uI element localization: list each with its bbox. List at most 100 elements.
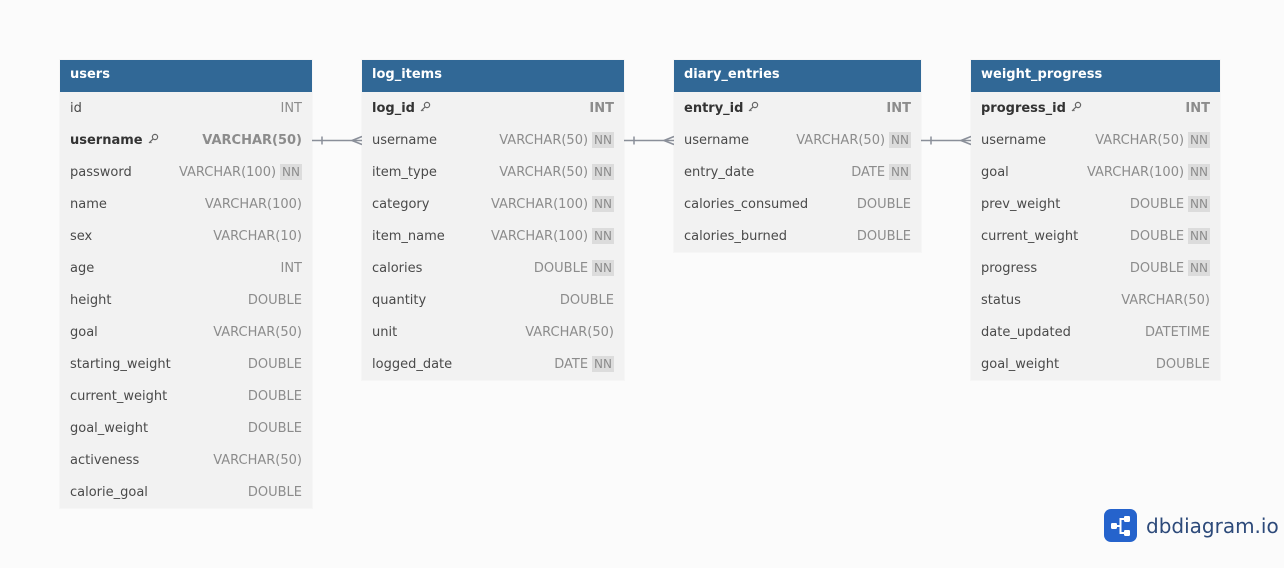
table-users[interactable]: users id INT username VARCHAR(50) password VAR… xyxy=(60,60,312,508)
field-name: id xyxy=(70,100,82,116)
field-row[interactable]: progress DOUBLE NN xyxy=(971,252,1220,284)
field-row[interactable]: log_id INT xyxy=(362,92,624,124)
field-name: calories_burned xyxy=(684,228,788,244)
field-name: name xyxy=(70,196,107,212)
field-name: prev_weight xyxy=(981,196,1061,212)
field-type: VARCHAR(50) xyxy=(499,132,589,148)
field-type: INT xyxy=(280,100,303,116)
field-row[interactable]: quantity DOUBLE xyxy=(362,284,624,316)
field-type: VARCHAR(10) xyxy=(213,228,302,244)
table-weight-progress[interactable]: weight_progress progress_id INT username VAR… xyxy=(971,60,1220,380)
field-row[interactable]: name VARCHAR(100) xyxy=(60,188,312,220)
table-diary-entries[interactable]: diary_entries entry_id INT username VARCHAR(… xyxy=(674,60,921,252)
field-type: DOUBLE xyxy=(856,196,911,212)
field-row[interactable]: item_type VARCHAR(50) NN xyxy=(362,156,624,188)
field-type: DOUBLE xyxy=(1129,196,1185,212)
table-header[interactable]: diary_entries xyxy=(674,60,921,92)
not-null-badge: NN xyxy=(1188,260,1210,276)
field-row[interactable]: sex VARCHAR(10) xyxy=(60,220,312,252)
field-row[interactable]: entry_id INT xyxy=(674,92,921,124)
field-name: calories_consumed xyxy=(684,196,809,212)
not-null-badge: NN xyxy=(592,132,614,148)
field-type: DOUBLE xyxy=(247,420,302,436)
field-row[interactable]: date_updated DATETIME xyxy=(971,316,1220,348)
table-header[interactable]: log_items xyxy=(362,60,624,92)
field-name: category xyxy=(372,196,430,212)
not-null-badge: NN xyxy=(1188,228,1210,244)
field-row[interactable]: goal_weight DOUBLE xyxy=(60,412,312,444)
field-row[interactable]: starting_weight DOUBLE xyxy=(60,348,312,380)
field-row[interactable]: prev_weight DOUBLE NN xyxy=(971,188,1220,220)
field-name: quantity xyxy=(372,292,427,308)
field-type: VARCHAR(50) xyxy=(525,324,614,340)
field-name: current_weight xyxy=(70,388,168,404)
field-row[interactable]: goal_weight DOUBLE xyxy=(971,348,1220,380)
field-type: DOUBLE xyxy=(1129,228,1185,244)
field-row[interactable]: status VARCHAR(50) xyxy=(971,284,1220,316)
field-name: age xyxy=(70,260,95,276)
not-null-badge: NN xyxy=(889,164,911,180)
field-row[interactable]: category VARCHAR(100) NN xyxy=(362,188,624,220)
field-type: INT xyxy=(589,100,614,116)
share-nodes-icon xyxy=(1104,509,1137,542)
field-type: INT xyxy=(1185,100,1210,116)
field-type: VARCHAR(50) xyxy=(213,452,302,468)
field-row[interactable]: item_name VARCHAR(100) NN xyxy=(362,220,624,252)
brand-badge[interactable]: dbdiagram.io xyxy=(1104,509,1279,542)
field-row[interactable]: username VARCHAR(50) NN xyxy=(971,124,1220,156)
field-row[interactable]: id INT xyxy=(60,92,312,124)
field-name: goal xyxy=(70,324,98,340)
field-name: goal_weight xyxy=(70,420,149,436)
field-row[interactable]: unit VARCHAR(50) xyxy=(362,316,624,348)
relationship-line[interactable] xyxy=(312,135,363,146)
field-name: item_name xyxy=(372,228,445,244)
field-row[interactable]: password VARCHAR(100) NN xyxy=(60,156,312,188)
field-name: sex xyxy=(70,228,93,244)
field-row[interactable]: entry_date DATE NN xyxy=(674,156,921,188)
brand-name: dbdiagram.io xyxy=(1146,513,1279,538)
field-row[interactable]: activeness VARCHAR(50) xyxy=(60,444,312,476)
not-null-badge: NN xyxy=(592,228,614,244)
not-null-badge: NN xyxy=(592,196,614,212)
field-name: goal_weight xyxy=(981,356,1060,372)
field-type: DOUBLE xyxy=(247,356,302,372)
field-name: log_id xyxy=(372,100,415,116)
field-row[interactable]: logged_date DATE NN xyxy=(362,348,624,380)
field-row[interactable]: calories_consumed DOUBLE xyxy=(674,188,921,220)
field-name: height xyxy=(70,292,112,308)
field-name: entry_id xyxy=(684,100,744,116)
table-log-items[interactable]: log_items log_id INT username VARCHAR(50) NN i… xyxy=(362,60,624,380)
field-row[interactable]: goal VARCHAR(50) xyxy=(60,316,312,348)
field-type: DOUBLE xyxy=(247,388,302,404)
field-row[interactable]: current_weight DOUBLE xyxy=(60,380,312,412)
field-type: VARCHAR(50) xyxy=(796,132,886,148)
field-name: entry_date xyxy=(684,164,755,180)
table-header[interactable]: users xyxy=(60,60,312,92)
field-name: activeness xyxy=(70,452,140,468)
field-row[interactable]: calories DOUBLE NN xyxy=(362,252,624,284)
field-row[interactable]: age INT xyxy=(60,252,312,284)
field-type: VARCHAR(50) xyxy=(1121,292,1210,308)
field-name: item_type xyxy=(372,164,437,180)
field-type: DATE xyxy=(554,356,589,372)
field-row[interactable]: goal VARCHAR(100) NN xyxy=(971,156,1220,188)
field-row[interactable]: progress_id INT xyxy=(971,92,1220,124)
relationship-line[interactable] xyxy=(921,135,972,146)
field-row[interactable]: username VARCHAR(50) NN xyxy=(674,124,921,156)
field-row[interactable]: calories_burned DOUBLE xyxy=(674,220,921,252)
field-row[interactable]: current_weight DOUBLE NN xyxy=(971,220,1220,252)
field-type: DOUBLE xyxy=(1129,260,1185,276)
field-type: DATETIME xyxy=(1144,324,1210,340)
field-type: INT xyxy=(280,260,303,276)
table-header[interactable]: weight_progress xyxy=(971,60,1220,92)
field-row[interactable]: username VARCHAR(50) NN xyxy=(362,124,624,156)
not-null-badge: NN xyxy=(1188,164,1210,180)
field-type: DOUBLE xyxy=(1155,356,1210,372)
field-name: username xyxy=(684,132,749,148)
field-row[interactable]: height DOUBLE xyxy=(60,284,312,316)
field-row[interactable]: calorie_goal DOUBLE xyxy=(60,476,312,508)
field-type: DATE xyxy=(851,164,886,180)
field-row[interactable]: username VARCHAR(50) xyxy=(60,124,312,156)
relationship-line[interactable] xyxy=(624,135,675,146)
not-null-badge: NN xyxy=(280,164,302,180)
